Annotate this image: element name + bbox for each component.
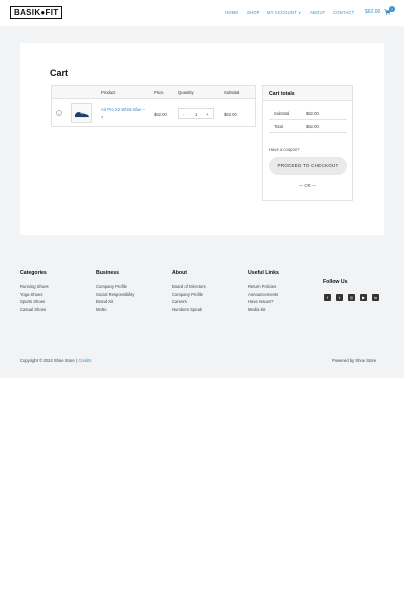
instagram-icon[interactable]: ◎ xyxy=(348,294,355,301)
footer-heading: Follow Us xyxy=(323,279,348,285)
footer-useful-links: Useful Links Return Policies Announcemen… xyxy=(248,270,279,313)
nav-about[interactable]: ABOUT xyxy=(310,10,325,15)
or-separator: — OR — xyxy=(299,183,316,188)
footer-link[interactable]: Company Profile xyxy=(172,291,206,299)
page-title: Cart xyxy=(50,68,69,78)
footer-business: Business Company Profile Social Responsi… xyxy=(96,270,134,313)
footer-link[interactable]: Yoga Shoes xyxy=(20,291,49,299)
footer-link[interactable]: Media Kit xyxy=(248,306,279,314)
powered-by: Powered by Shoe Store xyxy=(332,358,377,363)
footer-link[interactable]: Careers xyxy=(172,298,206,306)
col-price: Price xyxy=(154,90,164,95)
nav-shop[interactable]: SHOP xyxy=(247,10,260,15)
footer-link[interactable]: Sports Shoes xyxy=(20,298,49,306)
cart-count-badge: 1 xyxy=(389,6,395,12)
cart-totals-header: Cart totals xyxy=(263,86,352,101)
footer-about: About Board of Directors Company Profile… xyxy=(172,270,206,313)
footer-link[interactable]: Have Issues? xyxy=(248,298,279,306)
proceed-to-checkout-button[interactable]: PROCEED TO CHECKOUT xyxy=(269,157,347,175)
footer-heading: About xyxy=(172,270,187,276)
cart-table-header: Product Price Quantity Subtotal xyxy=(52,86,255,99)
nav-my-account[interactable]: MY ACCOUNT ∨ xyxy=(267,10,301,15)
item-price: $62.00 xyxy=(154,112,167,117)
total-label: Total xyxy=(274,124,283,129)
coupon-link[interactable]: Have a coupon? xyxy=(269,147,300,152)
item-subtotal: $62.00 xyxy=(224,112,237,117)
col-quantity: Quantity xyxy=(178,90,194,95)
credits-link[interactable]: Credits xyxy=(78,358,91,363)
footer-link[interactable]: Board of Directors xyxy=(172,283,206,291)
product-thumbnail[interactable] xyxy=(71,103,92,123)
footer-link[interactable]: Running Shoes xyxy=(20,283,49,291)
footer-link[interactable]: Announcements xyxy=(248,291,279,299)
site-logo[interactable]: BASIK●FIT xyxy=(10,6,63,19)
site-header: BASIK●FIT HOME SHOP MY ACCOUNT ∨ ABOUT C… xyxy=(0,0,404,26)
footer-follow: Follow Us xyxy=(323,279,348,292)
total-value: $62.00 xyxy=(306,124,319,129)
divider xyxy=(269,132,347,133)
footer-heading: Business xyxy=(96,270,120,276)
product-name-link[interactable]: Air Pro X2 White Blue – 7 xyxy=(101,106,147,121)
qty-increase-button[interactable]: + xyxy=(206,112,208,117)
copyright: Copyright © 2024 Shoe Store | Credits xyxy=(20,358,91,363)
footer-link[interactable]: Return Policies xyxy=(248,283,279,291)
copyright-text: Copyright © 2024 Shoe Store | xyxy=(20,358,79,363)
nav-contact[interactable]: CONTACT xyxy=(333,10,354,15)
remove-item-button[interactable]: × xyxy=(56,110,62,116)
footer-heading: Categories xyxy=(20,270,47,276)
col-product: Product xyxy=(101,90,116,95)
col-subtotal: Subtotal xyxy=(224,90,240,95)
footer-link[interactable]: Casual Shoes xyxy=(20,306,49,314)
quantity-stepper[interactable]: - 1 + xyxy=(178,108,214,119)
qty-decrease-button[interactable]: - xyxy=(183,112,184,117)
cart-table: Product Price Quantity Subtotal × Air Pr… xyxy=(51,85,256,127)
shoe-image xyxy=(75,112,89,118)
subtotal-label: Subtotal xyxy=(274,111,290,116)
footer-heading: Useful Links xyxy=(248,270,279,276)
subtotal-value: $62.00 xyxy=(306,111,319,116)
linkedin-icon[interactable]: in xyxy=(372,294,379,301)
footer-link[interactable]: Social Responsibility xyxy=(96,291,134,299)
facebook-icon[interactable]: f xyxy=(324,294,331,301)
nav-home[interactable]: HOME xyxy=(225,10,238,15)
header-cart-total[interactable]: $62.00 xyxy=(365,9,380,15)
qty-input[interactable]: 1 xyxy=(195,112,197,117)
footer-categories: Categories Running Shoes Yoga Shoes Spor… xyxy=(20,270,49,313)
cart-totals-title: Cart totals xyxy=(269,91,295,97)
footer-link[interactable]: Brand Kit xyxy=(96,298,134,306)
twitter-icon[interactable]: t xyxy=(336,294,343,301)
footer-link[interactable]: Motto xyxy=(96,306,134,314)
footer-link[interactable]: Company Profile xyxy=(96,283,134,291)
footer-link[interactable]: Numbers Speak xyxy=(172,306,206,314)
divider xyxy=(269,119,347,120)
youtube-icon[interactable]: ▶ xyxy=(360,294,367,301)
cart-totals-panel: Cart totals Subtotal $62.00 Total $62.00… xyxy=(262,85,353,201)
